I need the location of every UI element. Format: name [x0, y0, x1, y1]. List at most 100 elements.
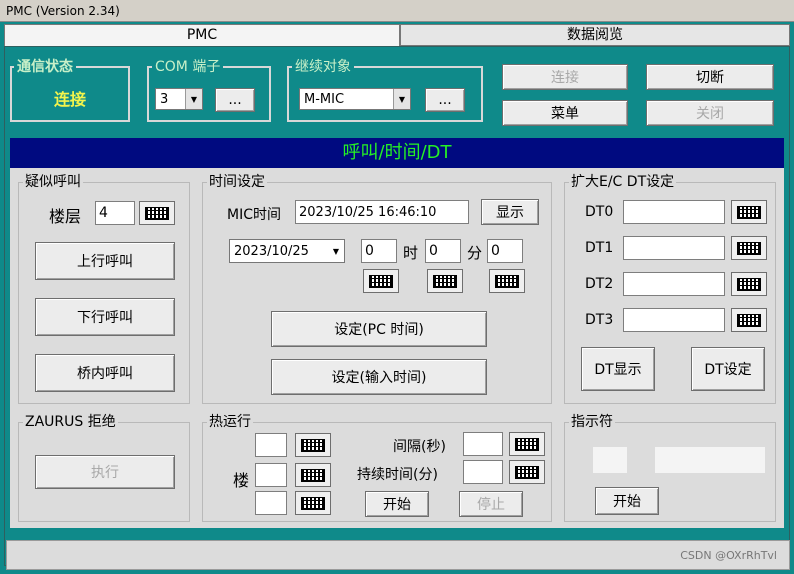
dt0-label: DT0 — [585, 204, 614, 220]
zaurus-execute-button[interactable]: 执行 — [35, 455, 175, 489]
zaurus-label: ZAURUS 拒绝 — [23, 414, 118, 430]
dt-set-button[interactable]: DT设定 — [691, 347, 765, 391]
hour-keyboard-button[interactable] — [363, 269, 399, 293]
indicator-start-label: 开始 — [613, 494, 641, 510]
zaurus-execute-label: 执行 — [91, 465, 119, 481]
heat-run-start-label: 开始 — [383, 497, 411, 513]
comm-status-label: 通信状态 — [14, 59, 76, 75]
heat-run-start-button[interactable]: 开始 — [365, 491, 429, 517]
close-button[interactable]: 关闭 — [646, 100, 774, 126]
display-time-button[interactable]: 显示 — [481, 199, 539, 225]
com-port-more-label: ... — [228, 92, 242, 108]
date-value: 2023/10/25 — [234, 243, 309, 259]
car-call-label: 桥内呼叫 — [77, 366, 133, 382]
floor-input-value: 4 — [99, 205, 108, 221]
keyboard-icon — [433, 274, 457, 288]
duration-keyboard-button[interactable] — [509, 460, 545, 484]
indicator-label: 指示符 — [569, 414, 615, 430]
tab-pmc-label: PMC — [186, 27, 218, 43]
indicator-start-button[interactable]: 开始 — [595, 487, 659, 515]
tab-pmc[interactable]: PMC — [4, 24, 400, 46]
panel-header-title: 呼叫/时间/DT — [342, 142, 452, 163]
keyboard-icon — [301, 496, 325, 510]
close-button-label: 关闭 — [696, 106, 724, 122]
dt3-input[interactable] — [623, 308, 725, 332]
heat-floor-3-input[interactable] — [255, 491, 287, 515]
com-port-more-button[interactable]: ... — [215, 88, 255, 112]
floor-input[interactable]: 4 — [95, 201, 135, 225]
keyboard-icon — [737, 241, 761, 255]
car-call-button[interactable]: 桥内呼叫 — [35, 354, 175, 392]
target-group: 继续对象 M-MIC ▼ ... — [287, 59, 483, 122]
hour-value: 0 — [365, 243, 374, 259]
interval-input[interactable] — [463, 432, 503, 456]
keyboard-icon — [495, 274, 519, 288]
date-picker[interactable]: 2023/10/25 ▼ — [229, 239, 345, 263]
down-call-button[interactable]: 下行呼叫 — [35, 298, 175, 336]
dt-settings-group: 扩大E/C DT设定 DT0 DT1 DT2 DT3 DT显示 DT设定 — [564, 174, 776, 404]
heat-floor-3-keyboard-button[interactable] — [295, 491, 331, 515]
indicator-lamp-1 — [593, 447, 627, 473]
dt1-input[interactable] — [623, 236, 725, 260]
connect-button[interactable]: 连接 — [502, 64, 628, 90]
dt-display-button[interactable]: DT显示 — [581, 347, 655, 391]
com-port-value: 3 — [160, 91, 169, 107]
pseudo-call-label: 疑似呼叫 — [23, 174, 83, 190]
up-call-label: 上行呼叫 — [77, 254, 133, 270]
mic-time-value: 2023/10/25 16:46:10 — [299, 204, 437, 220]
heat-floor-1-keyboard-button[interactable] — [295, 433, 331, 457]
mic-time-label: MIC时间 — [227, 207, 281, 223]
dt2-keyboard-button[interactable] — [731, 272, 767, 296]
second-keyboard-button[interactable] — [489, 269, 525, 293]
floor-label: 楼层 — [49, 207, 82, 226]
dt0-keyboard-button[interactable] — [731, 200, 767, 224]
hour-input[interactable]: 0 — [361, 239, 397, 263]
target-select[interactable]: M-MIC ▼ — [299, 88, 411, 110]
display-time-label: 显示 — [496, 205, 524, 221]
minute-input[interactable]: 0 — [425, 239, 461, 263]
tab-data-view[interactable]: 数据阅览 — [400, 24, 790, 46]
duration-input[interactable] — [463, 460, 503, 484]
dt3-label: DT3 — [585, 312, 614, 328]
set-pc-time-button[interactable]: 设定(PC 时间) — [271, 311, 487, 347]
dt-display-label: DT显示 — [594, 362, 642, 378]
heat-floor-2-input[interactable] — [255, 463, 287, 487]
dt0-input[interactable] — [623, 200, 725, 224]
window-title: PMC (Version 2.34) — [6, 4, 120, 18]
keyboard-icon — [515, 437, 539, 451]
window-title-bar: PMC (Version 2.34) — [0, 0, 794, 22]
set-input-time-button[interactable]: 设定(输入时间) — [271, 359, 487, 395]
chevron-down-icon: ▼ — [393, 89, 410, 109]
com-port-select[interactable]: 3 ▼ — [155, 88, 203, 110]
disconnect-button[interactable]: 切断 — [646, 64, 774, 90]
dt2-input[interactable] — [623, 272, 725, 296]
mic-time-field: 2023/10/25 16:46:10 — [295, 200, 469, 224]
second-input[interactable]: 0 — [487, 239, 523, 263]
minute-keyboard-button[interactable] — [427, 269, 463, 293]
target-value: M-MIC — [304, 91, 345, 107]
set-pc-time-label: 设定(PC 时间) — [334, 322, 424, 338]
time-settings-group: 时间设定 MIC时间 2023/10/25 16:46:10 显示 2023/1… — [202, 174, 552, 404]
dt1-keyboard-button[interactable] — [731, 236, 767, 260]
status-bar: CSDN @OXrRhTvl — [6, 540, 790, 570]
keyboard-icon — [515, 465, 539, 479]
target-more-button[interactable]: ... — [425, 88, 465, 112]
menu-button[interactable]: 菜单 — [502, 100, 628, 126]
hour-label: 时 — [403, 244, 419, 262]
floor-keyboard-button[interactable] — [139, 201, 175, 225]
dt3-keyboard-button[interactable] — [731, 308, 767, 332]
keyboard-icon — [301, 438, 325, 452]
up-call-button[interactable]: 上行呼叫 — [35, 242, 175, 280]
duration-label: 持续时间(分) — [357, 467, 438, 483]
minute-label: 分 — [467, 244, 483, 262]
interval-keyboard-button[interactable] — [509, 432, 545, 456]
heat-floor-1-input[interactable] — [255, 433, 287, 457]
heat-floor-2-keyboard-button[interactable] — [295, 463, 331, 487]
indicator-lamp-2 — [655, 447, 765, 473]
heat-run-stop-button[interactable]: 停止 — [459, 491, 523, 517]
zaurus-group: ZAURUS 拒绝 执行 — [18, 414, 190, 522]
dt-set-label: DT设定 — [704, 362, 752, 378]
keyboard-icon — [145, 206, 169, 220]
disconnect-button-label: 切断 — [696, 70, 724, 86]
chevron-down-icon: ▼ — [185, 89, 202, 109]
